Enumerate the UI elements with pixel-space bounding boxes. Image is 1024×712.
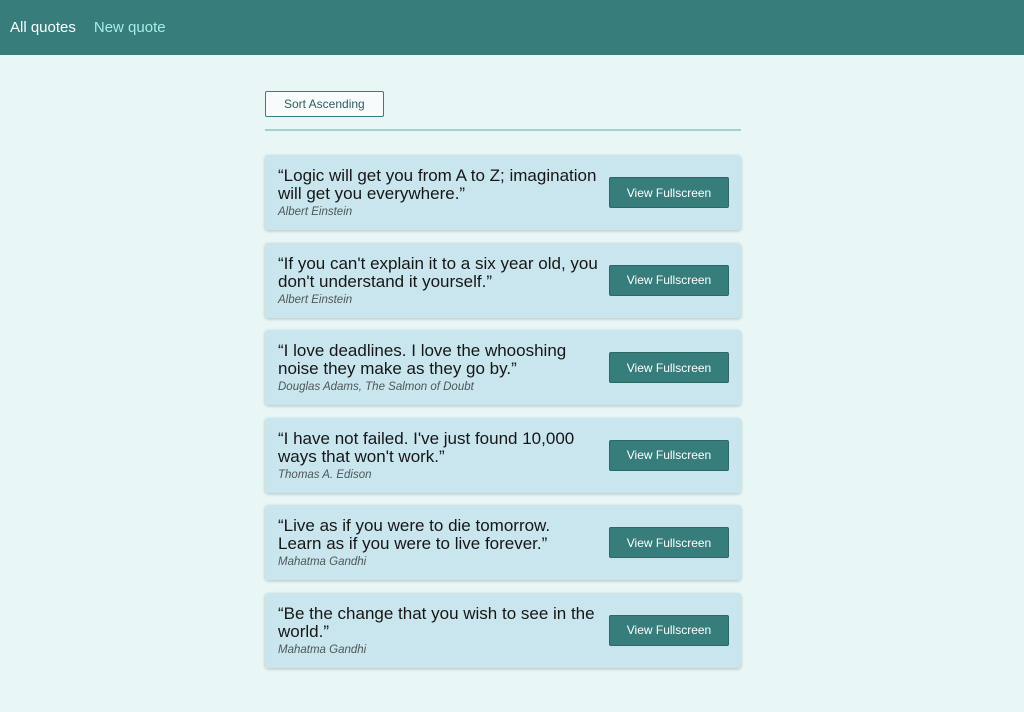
- view-fullscreen-button[interactable]: View Fullscreen: [609, 264, 729, 296]
- view-fullscreen-button[interactable]: View Fullscreen: [609, 614, 729, 646]
- quote-card: “Logic will get you from A to Z; imagina…: [265, 155, 741, 230]
- quotes-main: Sort Ascending “Logic will get you from …: [265, 91, 741, 680]
- quote-body: “Live as if you were to die tomorrow. Le…: [278, 516, 598, 569]
- quote-text: “I have not failed. I've just found 10,0…: [278, 428, 575, 466]
- quote-list: “Logic will get you from A to Z; imagina…: [265, 155, 741, 668]
- divider: [265, 129, 741, 131]
- quote-card: “If you can't explain it to a six year o…: [265, 242, 741, 318]
- quote-text: “Live as if you were to die tomorrow. Le…: [278, 516, 551, 553]
- sort-ascending-button[interactable]: Sort Ascending: [265, 91, 384, 117]
- view-fullscreen-button[interactable]: View Fullscreen: [609, 439, 729, 471]
- quote-body: “Logic will get you from A to Z; imagina…: [278, 166, 598, 219]
- nav-link-all-quotes[interactable]: All quotes: [10, 19, 76, 36]
- view-fullscreen-button[interactable]: View Fullscreen: [609, 527, 729, 558]
- nav-link-new-quote[interactable]: New quote: [94, 19, 166, 36]
- quote-body: “I have not failed. I've just found 10,0…: [278, 428, 598, 481]
- top-nav-bar: All quotes New quote: [0, 0, 1024, 55]
- quote-body: “Be the change that you wish to see in t…: [278, 603, 598, 656]
- quote-card: “Live as if you were to die tomorrow. Le…: [265, 505, 741, 580]
- view-fullscreen-button[interactable]: View Fullscreen: [609, 352, 729, 383]
- quote-text: “Logic will get you from A to Z; imagina…: [278, 166, 597, 203]
- quote-author: Douglas Adams, The Salmon of Doubt: [278, 381, 474, 393]
- quote-body: “If you can't explain it to a six year o…: [278, 253, 598, 306]
- view-fullscreen-button[interactable]: View Fullscreen: [609, 177, 729, 208]
- quote-author: Mahatma Gandhi: [278, 643, 367, 656]
- quote-author: Albert Einstein: [278, 293, 353, 306]
- quote-card: “I love deadlines. I love the whooshing …: [265, 330, 741, 405]
- quote-author: Albert Einstein: [278, 206, 353, 218]
- quote-body: “I love deadlines. I love the whooshing …: [278, 341, 598, 394]
- quote-text: “I love deadlines. I love the whooshing …: [278, 341, 567, 378]
- quote-text: “Be the change that you wish to see in t…: [278, 603, 595, 641]
- quote-text: “If you can't explain it to a six year o…: [278, 253, 598, 291]
- quote-card: “I have not failed. I've just found 10,0…: [265, 417, 741, 493]
- quote-card: “Be the change that you wish to see in t…: [265, 592, 741, 668]
- quote-author: Mahatma Gandhi: [278, 556, 367, 568]
- quote-author: Thomas A. Edison: [278, 468, 372, 481]
